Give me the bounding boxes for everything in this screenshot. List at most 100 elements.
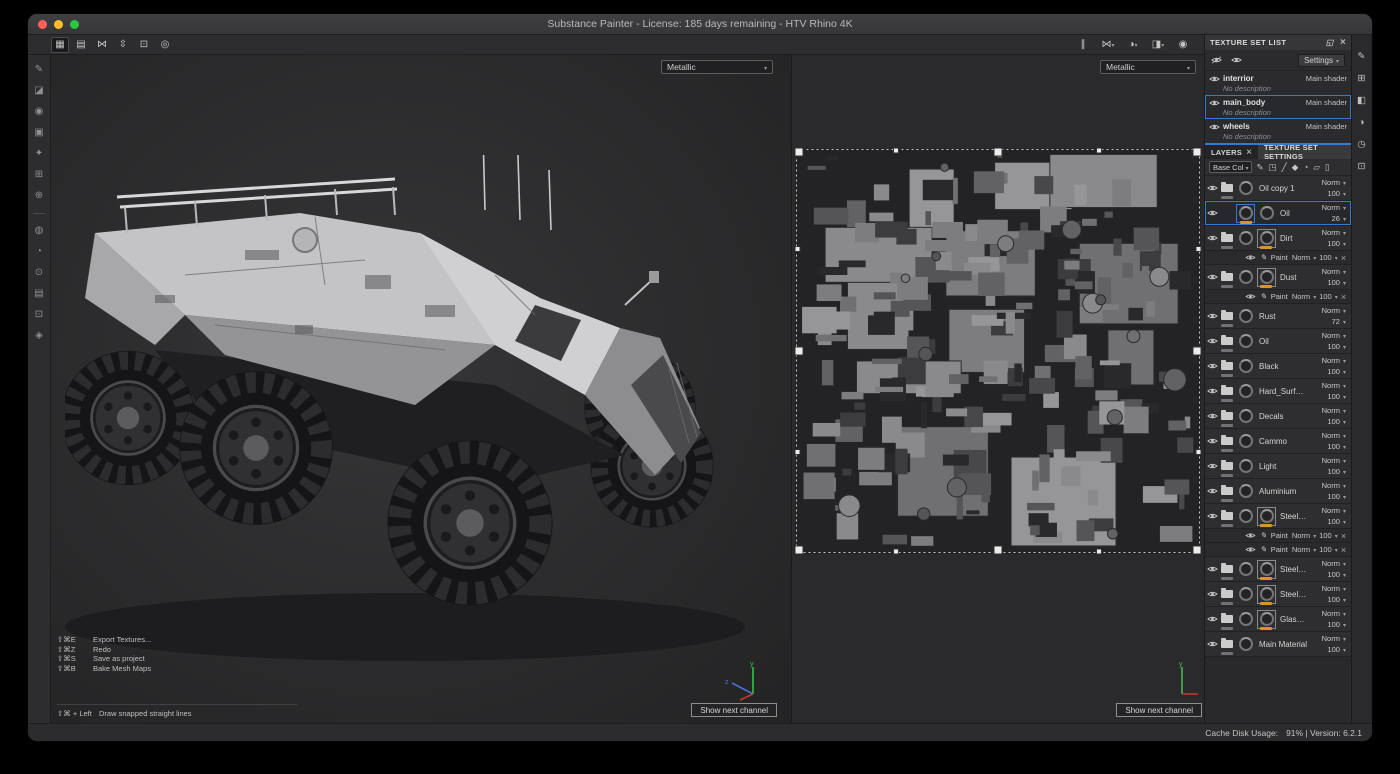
effect-opacity[interactable]: 100	[1319, 531, 1332, 540]
layer-thumbnail[interactable]	[1236, 610, 1255, 629]
layer-opacity[interactable]: 72	[1332, 317, 1346, 326]
layer-name[interactable]: Oil	[1277, 209, 1307, 218]
remove-effect-icon[interactable]	[1341, 545, 1346, 555]
layer-mask-thumbnail[interactable]	[1257, 204, 1276, 223]
layer-row[interactable]: Steel Painted Scra... Norm 100	[1205, 582, 1351, 607]
layer-visibility-icon[interactable]	[1207, 487, 1218, 495]
layer-opacity[interactable]: 100	[1327, 467, 1346, 476]
toggle-all-visibility-icon[interactable]	[1211, 56, 1222, 64]
effect-blend-mode[interactable]: Norm	[1292, 531, 1310, 540]
effect-name[interactable]: Paint	[1271, 545, 1288, 554]
baking-icon[interactable]: ◔	[36, 246, 42, 258]
layer-name[interactable]: Oil copy 1	[1256, 184, 1307, 193]
layer-row[interactable]: Hard_Surface Norm 100	[1205, 379, 1351, 404]
layer-blend-mode[interactable]: Norm	[1322, 356, 1346, 365]
close-panel-icon[interactable]	[1340, 38, 1346, 47]
layer-mask-thumbnail[interactable]	[1257, 507, 1276, 526]
layer-blend-mode[interactable]: Norm	[1322, 203, 1346, 212]
snap-grid-icon[interactable]: ▦	[51, 37, 69, 53]
layer-row[interactable]: Decals Norm 100	[1205, 404, 1351, 429]
layer-opacity[interactable]: 100	[1327, 570, 1346, 579]
layer-thumbnail[interactable]	[1236, 332, 1255, 351]
remove-effect-icon[interactable]	[1341, 531, 1346, 541]
symmetry-toggle-icon[interactable]: ⋈	[1099, 37, 1117, 53]
layer-opacity[interactable]: 100	[1327, 492, 1346, 501]
layer-name[interactable]: Cammo	[1256, 437, 1307, 446]
effect-blend-mode[interactable]: Norm	[1292, 545, 1310, 554]
layer-effect-row[interactable]: Paint Norm 100	[1205, 543, 1351, 557]
channel-select-3d[interactable]: Metallic	[661, 60, 773, 74]
brush-panel-icon[interactable]: ✎	[1358, 51, 1366, 62]
layer-opacity[interactable]: 100	[1327, 239, 1346, 248]
layer-row[interactable]: Oil Norm 100	[1205, 329, 1351, 354]
layer-name[interactable]: Light	[1256, 462, 1307, 471]
layer-blend-mode[interactable]: Norm	[1322, 559, 1346, 568]
layer-visibility-icon[interactable]	[1207, 273, 1218, 281]
layer-blend-mode[interactable]: Norm	[1322, 609, 1346, 618]
texture-set-shader[interactable]: Main shader	[1306, 74, 1347, 83]
layer-visibility-icon[interactable]	[1207, 565, 1218, 573]
texture-set-item[interactable]: main_body Main shader No description	[1205, 95, 1351, 119]
material-picker-tool-icon[interactable]: ⊕	[35, 190, 43, 202]
layer-opacity[interactable]: 100	[1327, 278, 1346, 287]
display-panel-icon[interactable]: ◧	[1357, 95, 1366, 106]
layer-thumbnail[interactable]	[1236, 179, 1255, 198]
resources-icon[interactable]: ▤	[34, 288, 43, 300]
add-paint-layer-icon[interactable]: ╱	[1282, 162, 1287, 173]
show-next-channel-button-2d[interactable]: Show next channel	[1116, 703, 1202, 717]
layer-mask-thumbnail[interactable]	[1257, 268, 1276, 287]
vehicle-3d-model[interactable]	[65, 155, 785, 695]
layer-visibility-icon[interactable]	[1207, 337, 1218, 345]
history-panel-icon[interactable]: ◷	[1357, 139, 1365, 150]
layer-opacity[interactable]: 26	[1332, 214, 1346, 223]
lazy-grid-icon[interactable]: ▤	[72, 37, 90, 53]
screenshot-camera-icon[interactable]: ◉	[1174, 37, 1192, 53]
layer-row[interactable]: Steel Stained Norm 100	[1205, 557, 1351, 582]
layer-thumbnail[interactable]	[1236, 357, 1255, 376]
layer-opacity[interactable]: 100	[1327, 595, 1346, 604]
layer-effect-row[interactable]: Paint Norm 100	[1205, 251, 1351, 265]
polygon-fill-tool-icon[interactable]: ▣	[34, 127, 43, 139]
eye-icon[interactable]	[1231, 56, 1242, 64]
layer-opacity[interactable]: 100	[1327, 442, 1346, 451]
effect-opacity[interactable]: 100	[1319, 253, 1332, 262]
texture-set-item[interactable]: wheels Main shader No description	[1205, 119, 1351, 143]
layer-name[interactable]: Dust	[1277, 273, 1307, 282]
render-icon[interactable]: ⊙	[35, 267, 43, 279]
layer-row[interactable]: Black Norm 100	[1205, 354, 1351, 379]
layer-name[interactable]: Dirt	[1277, 234, 1307, 243]
layer-visibility-icon[interactable]	[1207, 615, 1218, 623]
eye-icon[interactable]	[1209, 99, 1220, 107]
layer-row[interactable]: Aluminium Norm 100	[1205, 479, 1351, 504]
eye-icon[interactable]	[1209, 123, 1220, 131]
layer-opacity[interactable]: 100	[1327, 645, 1346, 654]
layer-blend-mode[interactable]: Norm	[1322, 481, 1346, 490]
layer-name[interactable]: Hard_Surface	[1256, 387, 1307, 396]
layer-opacity[interactable]: 100	[1327, 620, 1346, 629]
layer-blend-mode[interactable]: Norm	[1322, 267, 1346, 276]
minimize-window-icon[interactable]	[54, 20, 63, 29]
layer-row[interactable]: Cammo Norm 100	[1205, 429, 1351, 454]
close-tab-icon[interactable]	[1246, 148, 1252, 157]
float-panel-icon[interactable]	[1326, 38, 1334, 47]
add-fill-layer-icon[interactable]: ◳	[1269, 162, 1277, 173]
viewport-3d[interactable]: Metallic ⇧⌘EExport Textures...⇧⌘ZRedo⇧⌘S…	[51, 55, 791, 723]
layer-row[interactable]: Light Norm 100	[1205, 454, 1351, 479]
effect-visibility-icon[interactable]	[1245, 532, 1256, 539]
layer-thumbnail[interactable]	[1236, 507, 1255, 526]
target-icon[interactable]: ◎	[156, 37, 174, 53]
layer-opacity[interactable]: 100	[1327, 367, 1346, 376]
layer-thumbnail[interactable]	[1236, 307, 1255, 326]
layer-name[interactable]: Oil	[1256, 337, 1307, 346]
layer-blend-mode[interactable]: Norm	[1322, 584, 1346, 593]
texture-set-shader[interactable]: Main shader	[1306, 122, 1347, 131]
uv-texture-map[interactable]	[795, 148, 1201, 554]
layer-visibility-icon[interactable]	[1207, 437, 1218, 445]
projection-tool-icon[interactable]: ◉	[35, 106, 44, 118]
layer-row[interactable]: Glass Dusty Norm 100	[1205, 607, 1351, 632]
layer-thumbnail[interactable]	[1236, 268, 1255, 287]
focus-frame-icon[interactable]: ⊡	[135, 37, 153, 53]
layer-visibility-icon[interactable]	[1207, 412, 1218, 420]
layer-thumbnail[interactable]	[1236, 585, 1255, 604]
layer-row[interactable]: Oil Norm 26	[1205, 201, 1351, 226]
